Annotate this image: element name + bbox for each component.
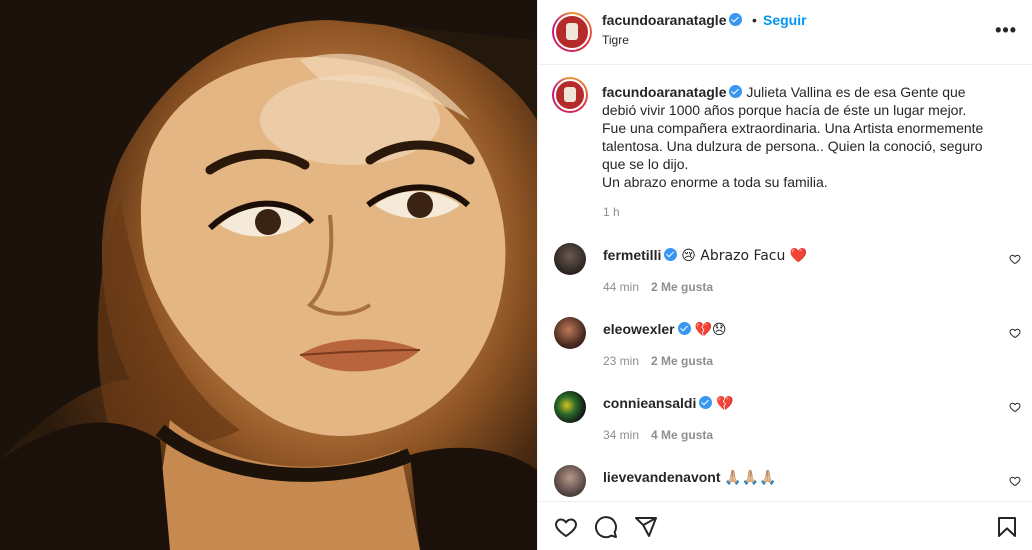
commenter-username[interactable]: fermetilli bbox=[603, 247, 661, 263]
caption-line: que se lo dijo. bbox=[602, 156, 689, 172]
comment-body: 💔 bbox=[716, 396, 734, 412]
comment-likes[interactable]: 2 Me gusta bbox=[651, 280, 713, 294]
location-link[interactable]: Tigre bbox=[602, 33, 629, 47]
commenter-username[interactable]: eleowexler bbox=[603, 321, 675, 337]
comment-text: fermetilli 😢 Abrazo Facu ❤️ bbox=[603, 247, 807, 264]
comment-icon[interactable] bbox=[594, 515, 618, 539]
comment-text: lievevandenavont 🙏🏼🙏🏼🙏🏼 bbox=[603, 469, 777, 486]
comment-body: 😢 Abrazo Facu ❤️ bbox=[681, 248, 808, 264]
verified-icon bbox=[664, 248, 678, 261]
comment-item: eleowexler 💔😞 23 min 2 Me gusta bbox=[538, 317, 1032, 377]
commenter-username[interactable]: connieansaldi bbox=[603, 395, 696, 411]
commenter-avatar[interactable] bbox=[554, 243, 586, 275]
author-avatar[interactable] bbox=[552, 12, 592, 52]
verified-icon bbox=[729, 85, 743, 98]
comment-meta: 44 min 2 Me gusta bbox=[603, 280, 713, 294]
heart-icon[interactable] bbox=[1009, 475, 1021, 487]
heart-icon[interactable] bbox=[1009, 327, 1021, 339]
commenter-username[interactable]: lievevandenavont bbox=[603, 469, 721, 485]
comment-body: 🙏🏼🙏🏼🙏🏼 bbox=[724, 470, 777, 486]
author-username[interactable]: facundoaranatagle bbox=[602, 12, 743, 28]
share-icon[interactable] bbox=[634, 515, 658, 539]
comment-text: eleowexler 💔😞 bbox=[603, 321, 727, 338]
caption-line: Fue una compañera extraordinaria. Una Ar… bbox=[602, 120, 984, 136]
comment-likes[interactable]: 2 Me gusta bbox=[651, 354, 713, 368]
post-caption: facundoaranatagle Julieta Vallina es de … bbox=[602, 83, 1012, 191]
post-photo[interactable] bbox=[0, 0, 537, 550]
comment-likes[interactable]: 4 Me gusta bbox=[651, 428, 713, 442]
post-header: facundoaranatagle • Seguir Tigre ••• bbox=[538, 0, 1032, 65]
comment-item: connieansaldi 💔 34 min 4 Me gusta bbox=[538, 391, 1032, 451]
caption-line: Un abrazo enorme a toda su familia. bbox=[602, 174, 828, 190]
commenter-avatar[interactable] bbox=[554, 391, 586, 423]
comment-meta: 23 min 2 Me gusta bbox=[603, 354, 713, 368]
verified-icon bbox=[729, 13, 743, 26]
heart-icon[interactable] bbox=[554, 515, 578, 539]
more-icon[interactable]: ••• bbox=[995, 20, 1017, 41]
comment-item: lievevandenavont 🙏🏼🙏🏼🙏🏼 bbox=[538, 465, 1032, 501]
action-bar bbox=[538, 501, 1032, 550]
verified-icon bbox=[699, 396, 713, 409]
caption-line: debió vivir 1000 años porque hacía de és… bbox=[602, 102, 967, 118]
heart-icon[interactable] bbox=[1009, 253, 1021, 265]
comment-text: connieansaldi 💔 bbox=[603, 395, 734, 412]
heart-icon[interactable] bbox=[1009, 401, 1021, 413]
caption-line: talentosa. Una dulzura de persona.. Quie… bbox=[602, 138, 983, 154]
comment-time[interactable]: 44 min bbox=[603, 280, 639, 294]
caption-username[interactable]: facundoaranatagle bbox=[602, 84, 726, 100]
portrait-image bbox=[0, 0, 537, 550]
caption-timestamp[interactable]: 1 h bbox=[603, 205, 620, 219]
caption-author-avatar[interactable] bbox=[552, 77, 588, 113]
commenter-avatar[interactable] bbox=[554, 317, 586, 349]
comment-body: 💔😞 bbox=[694, 322, 727, 338]
commenter-avatar[interactable] bbox=[554, 465, 586, 497]
comment-meta: 34 min 4 Me gusta bbox=[603, 428, 713, 442]
comment-time[interactable]: 34 min bbox=[603, 428, 639, 442]
post-sidebar: facundoaranatagle • Seguir Tigre ••• fac… bbox=[537, 0, 1032, 550]
caption-line: Julieta Vallina es de esa Gente que bbox=[746, 84, 966, 100]
separator-dot: • bbox=[752, 12, 757, 28]
verified-icon bbox=[677, 322, 691, 335]
bookmark-icon[interactable] bbox=[995, 515, 1019, 539]
comment-item: fermetilli 😢 Abrazo Facu ❤️ 44 min 2 Me g… bbox=[538, 243, 1032, 303]
follow-button[interactable]: Seguir bbox=[763, 12, 807, 28]
author-username-text[interactable]: facundoaranatagle bbox=[602, 12, 726, 28]
instagram-post: facundoaranatagle • Seguir Tigre ••• fac… bbox=[0, 0, 1032, 550]
comment-time[interactable]: 23 min bbox=[603, 354, 639, 368]
